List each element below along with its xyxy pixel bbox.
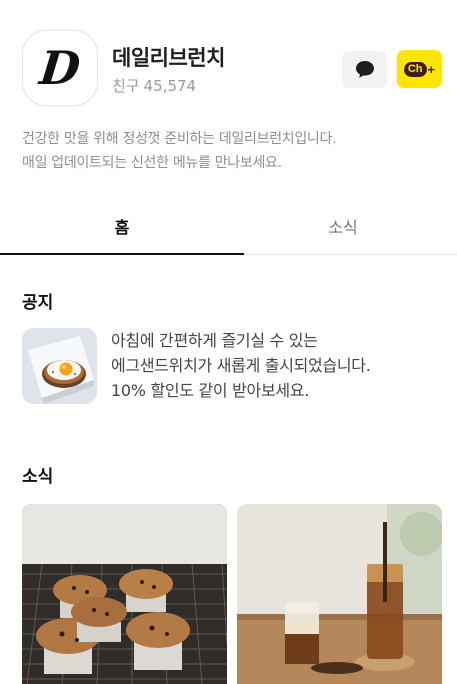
profile-logo[interactable]: D — [22, 30, 98, 106]
chat-button[interactable] — [342, 51, 387, 88]
profile-name: 데일리브런치 — [112, 46, 225, 70]
notice-section-title: 공지 — [22, 293, 54, 313]
channel-description: 건강한 맛을 위해 정성껏 준비하는 데일리브런치입니다. 매일 업데이트되는 … — [22, 127, 437, 175]
tab-home-label: 홈 — [114, 218, 130, 237]
friends-count: 친구 45,574 — [112, 75, 196, 96]
friends-label: 친구 — [112, 77, 140, 95]
muffins-image — [22, 504, 227, 684]
tab-news-label: 소식 — [328, 218, 358, 237]
description-line: 건강한 맛을 위해 정성껏 준비하는 데일리브런치입니다. — [22, 131, 337, 147]
logo-letter: D — [37, 41, 83, 95]
news-card[interactable] — [22, 504, 227, 684]
news-card[interactable] — [237, 504, 442, 684]
news-section-title: 소식 — [22, 467, 54, 487]
add-channel-button[interactable]: Ch + — [397, 50, 442, 88]
friends-number: 45,574 — [143, 77, 197, 95]
active-tab-indicator — [0, 253, 244, 255]
notice-thumbnail[interactable] — [22, 328, 97, 404]
notice-line: 10% 할인도 같이 받아보세요. — [111, 381, 310, 400]
channel-icon: Ch — [403, 61, 427, 77]
tab-news[interactable]: 소식 — [229, 198, 457, 254]
notice-line: 아침에 간편하게 즐기실 수 있는 — [111, 331, 318, 350]
tab-home[interactable]: 홈 — [0, 198, 244, 255]
tab-bar: 홈 소식 — [0, 198, 457, 255]
coffee-image — [237, 504, 442, 684]
egg-sandwich-image — [22, 328, 97, 404]
notice-line: 에그샌드위치가 새롭게 출시되었습니다. — [111, 356, 371, 375]
notice-body[interactable]: 아침에 간편하게 즐기실 수 있는 에그샌드위치가 새롭게 출시되었습니다. 1… — [111, 328, 441, 403]
description-line: 매일 업데이트되는 신선한 메뉴를 만나보세요. — [22, 155, 282, 171]
speech-bubble-icon — [355, 61, 374, 78]
plus-icon: + — [427, 61, 436, 77]
profile-header: D 데일리브런치 친구 45,574 Ch + — [22, 30, 442, 108]
